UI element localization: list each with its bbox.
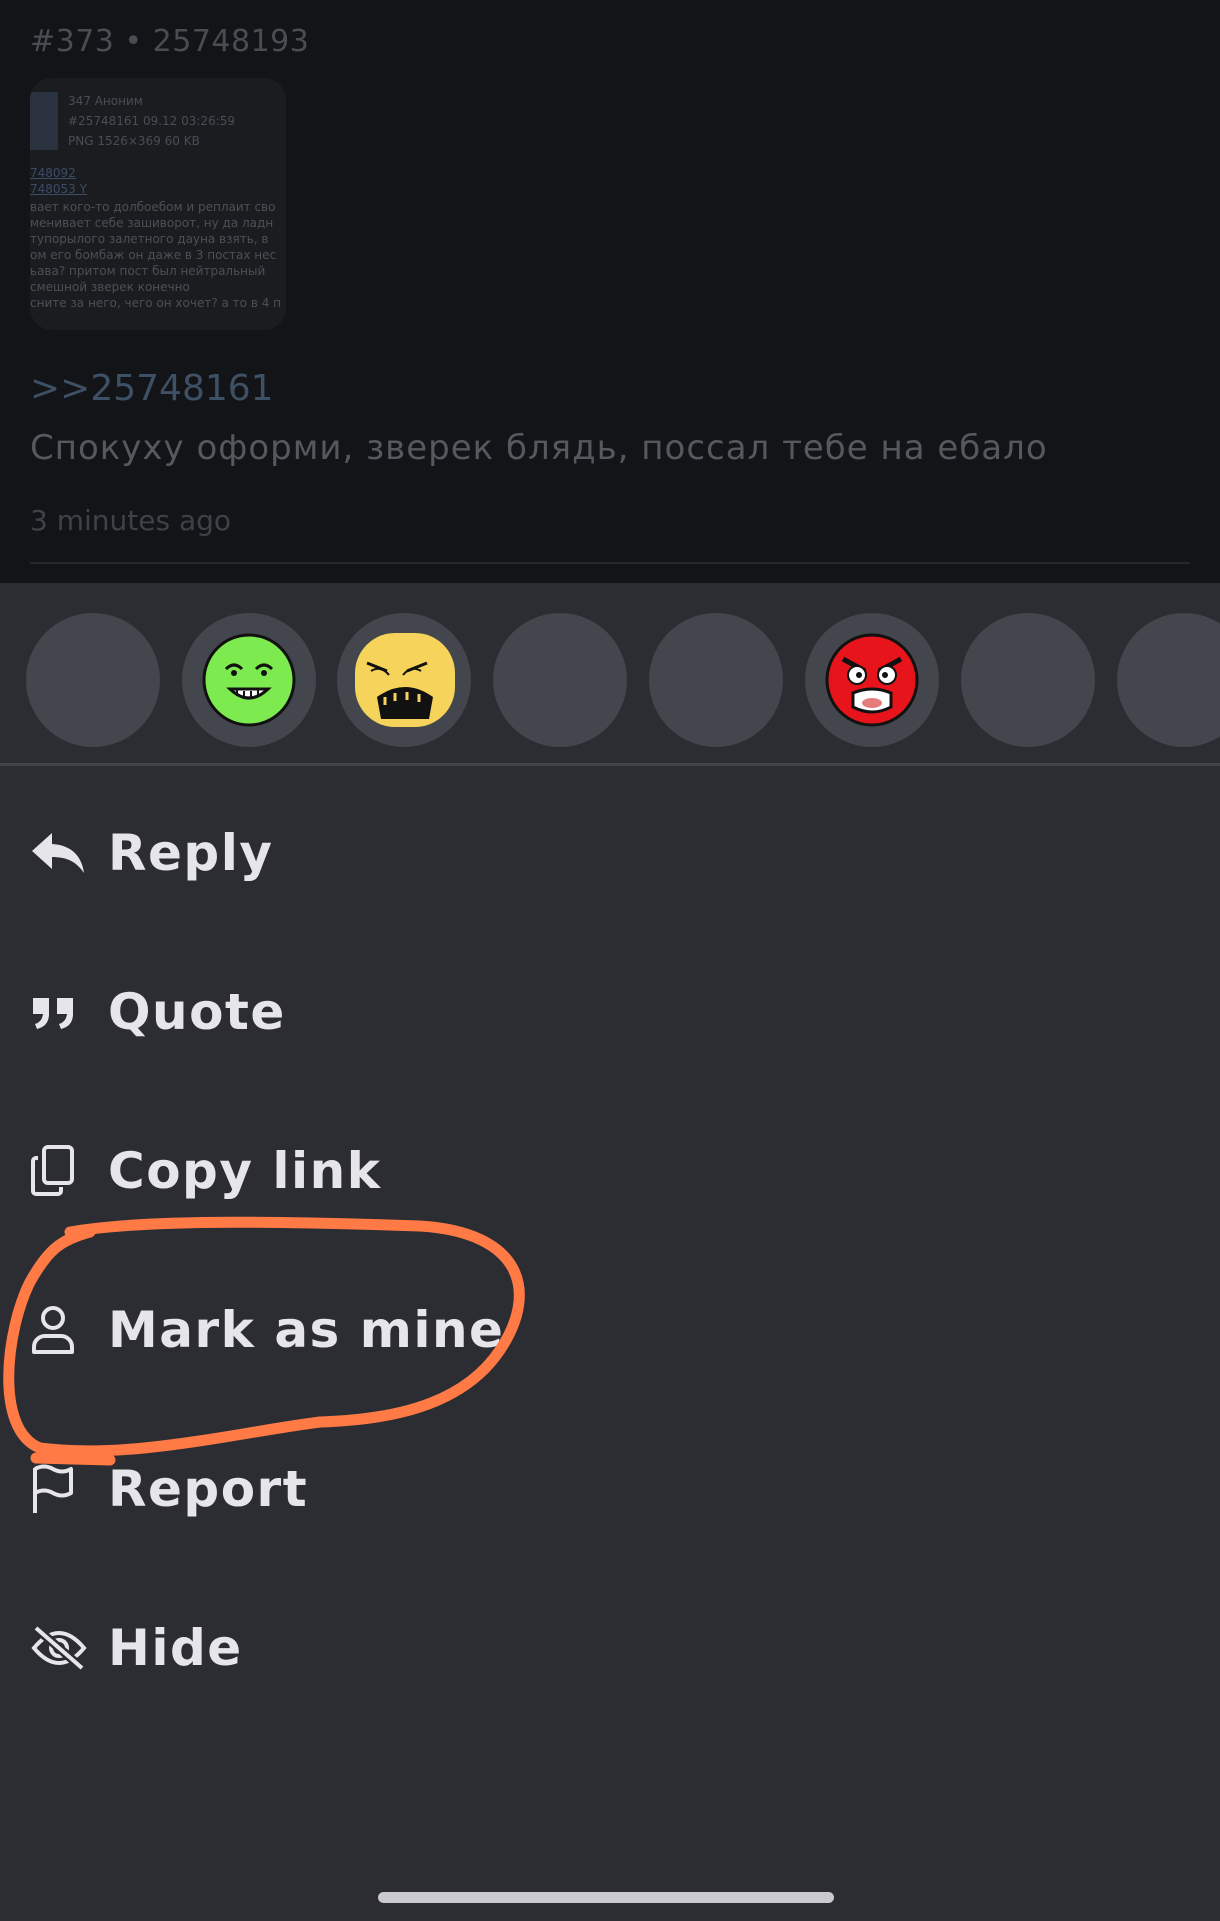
menu-item-copy-link[interactable]: Copy link (0, 1096, 1220, 1246)
menu-item-label: Reply (108, 824, 274, 882)
menu-item-label: Hide (108, 1619, 243, 1677)
menu-item-reply[interactable]: Reply (0, 778, 1220, 928)
red-angry-face-icon (825, 633, 919, 727)
thumb-text-line: сните за него, чего он хочет? а то в 4 п (30, 296, 282, 310)
quote-icon (33, 998, 73, 1029)
divider (30, 562, 1190, 564)
post-number: #373 • 25748193 (30, 24, 310, 59)
attachment-image-icon (30, 92, 58, 150)
menu-item-mark-as-mine[interactable]: Mark as mine (0, 1255, 1220, 1405)
menu-item-label: Quote (108, 983, 286, 1041)
post-timestamp: 3 minutes ago (30, 504, 232, 537)
reaction-picker (0, 583, 1220, 763)
thumb-meta-file: PNG 1526×369 60 KB (68, 134, 200, 148)
post-quote-link[interactable]: >>25748161 (30, 368, 274, 409)
menu-item-label: Report (108, 1460, 309, 1518)
thumb-text-line: смешной зверек конечно (30, 280, 190, 294)
reaction-green-troll-face[interactable] (182, 613, 316, 747)
post-card: #373 • 25748193 347 Аноним #25748161 09.… (0, 0, 1220, 583)
reaction-slot-empty[interactable] (961, 613, 1095, 747)
eye-off-icon (31, 1624, 87, 1672)
reaction-slot-empty[interactable] (26, 613, 160, 747)
divider (0, 763, 1220, 766)
post-body-text: Спокуху оформи, зверек блядь, поссал теб… (30, 428, 1048, 468)
thumb-link: 748092 (30, 166, 76, 180)
yellow-rage-face-icon (355, 633, 455, 727)
thumb-text-line: ьава? притом пост был нейтральный (30, 264, 266, 278)
home-indicator[interactable] (378, 1892, 834, 1903)
menu-item-hide[interactable]: Hide (0, 1573, 1220, 1723)
menu-item-label: Mark as mine (108, 1301, 505, 1359)
menu-item-report[interactable]: Report (0, 1414, 1220, 1564)
copy-icon (31, 1145, 74, 1196)
flag-icon (33, 1464, 73, 1513)
menu-item-quote[interactable]: Quote (0, 937, 1220, 1087)
person-icon (32, 1306, 74, 1354)
menu-item-label: Copy link (108, 1142, 382, 1200)
reaction-red-angry-face[interactable] (805, 613, 939, 747)
reaction-slot-empty[interactable] (493, 613, 627, 747)
thumb-link: 748053 Y (30, 182, 87, 196)
reaction-yellow-rage-face[interactable] (337, 613, 471, 747)
thumb-text-line: ом его бомбаж он даже в 3 постах нес (30, 248, 277, 262)
thumb-text-line: тупорылого залетного дауна взять, в (30, 232, 269, 246)
thumb-text-line: менивает себе зашиворот, ну да ладн (30, 216, 274, 230)
reaction-slot-empty[interactable] (649, 613, 783, 747)
green-troll-face-icon (202, 633, 296, 727)
thumb-text-line: вает кого-то долбоебом и реплаит сво (30, 200, 276, 214)
thumb-meta-id: #25748161 09.12 03:26:59 (68, 114, 236, 128)
reaction-slot-empty[interactable] (1117, 613, 1220, 747)
post-attachment-thumbnail[interactable]: 347 Аноним #25748161 09.12 03:26:59 PNG … (30, 78, 286, 330)
thumb-meta-author: 347 Аноним (68, 94, 143, 108)
reply-icon (32, 833, 84, 873)
